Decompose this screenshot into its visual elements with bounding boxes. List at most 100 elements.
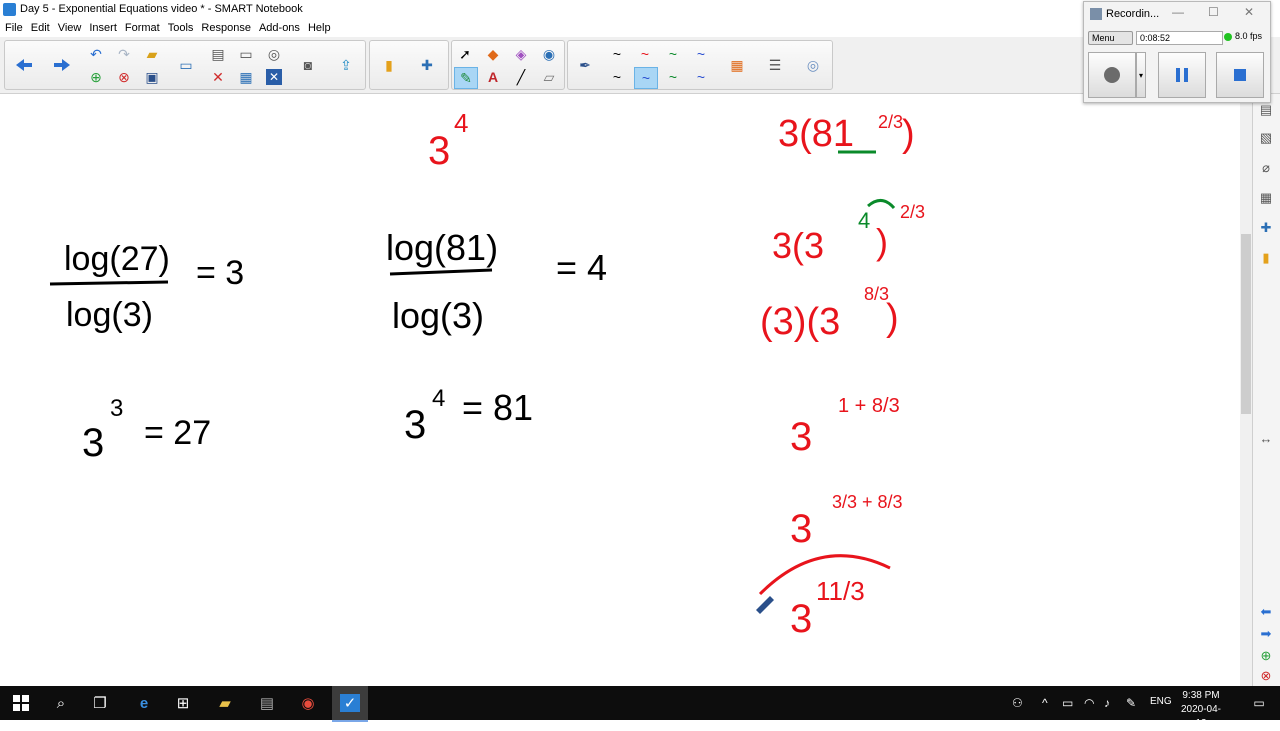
sidebar-delete-page[interactable]: ⊗ — [1256, 666, 1276, 686]
redo-button[interactable]: ↷ — [113, 44, 135, 64]
record-options-arrow[interactable]: ▾ — [1136, 52, 1146, 98]
smart-notebook-icon: ✓ — [339, 694, 361, 712]
pen-green-thin[interactable]: ~ — [662, 44, 684, 64]
menu-file[interactable]: File — [1, 20, 27, 36]
eraser-tool-button[interactable]: ◈ — [510, 44, 532, 64]
pen-blue-thin[interactable]: ~ — [690, 44, 712, 64]
stroke-green-thick-icon: ~ — [668, 69, 678, 85]
addons-tab[interactable]: ✚ — [1256, 218, 1276, 238]
screen-shade-button[interactable]: ▭ — [235, 44, 257, 64]
scrollbar-thumb[interactable] — [1241, 234, 1251, 414]
text-tool-button[interactable]: A — [482, 67, 504, 87]
arrow-left-icon: ⬅ — [1260, 604, 1272, 619]
line-style-button[interactable]: ☰ — [764, 55, 786, 75]
select-tool-button[interactable]: ➚ — [454, 44, 476, 64]
color-palette-button[interactable]: ▦ — [726, 55, 748, 75]
menu-add-ons[interactable]: Add-ons — [255, 20, 304, 36]
previous-page-button[interactable] — [13, 55, 35, 75]
display-screen-button[interactable]: ▭ — [175, 55, 197, 75]
delete-page-button[interactable]: ⊗ — [113, 67, 135, 87]
people-icon[interactable]: ⚇ — [1012, 696, 1023, 710]
app-icon: ▤ — [259, 695, 275, 712]
sidebar-next-page[interactable]: ➡ — [1256, 624, 1276, 644]
share-button[interactable]: ⇪ — [335, 55, 357, 75]
pens-tool-button[interactable]: ✎ — [454, 67, 478, 89]
smart-notebook-taskbar-button[interactable]: ✓ — [332, 686, 368, 722]
stop-button[interactable] — [1216, 52, 1264, 98]
chrome-button[interactable]: ◉ — [297, 692, 319, 714]
fill-tool-button[interactable]: ◉ — [538, 44, 560, 64]
recorder-fps-indicator: 8.0 fps — [1224, 31, 1262, 41]
addon-puzzle-button[interactable]: ✚ — [416, 55, 438, 75]
system-clock[interactable]: 9:38 PM 2020-04-13 — [1176, 689, 1226, 731]
left-check-base: 3 — [82, 421, 104, 465]
notebook-page-canvas[interactable]: 3 4 log(27) log(3) = 3 3 3 = 27 log(81) … — [0, 94, 1240, 686]
pen-type-button[interactable]: ✒ — [574, 55, 596, 75]
step2-close: ) — [876, 221, 888, 262]
page-vertical-scrollbar[interactable] — [1240, 94, 1252, 686]
save-button[interactable]: ▣ — [141, 67, 163, 87]
menu-response[interactable]: Response — [197, 20, 255, 36]
screen-capture-button[interactable]: ◙ — [297, 55, 319, 75]
pen-black-thick[interactable]: ~ — [606, 67, 628, 87]
stroke-black-icon: ~ — [612, 46, 622, 62]
menu-format[interactable]: Format — [121, 20, 164, 36]
step3-text: (3)(3 — [760, 301, 840, 343]
menu-view[interactable]: View — [54, 20, 86, 36]
menu-help[interactable]: Help — [304, 20, 335, 36]
pen-blue-thick[interactable]: ~ — [690, 67, 712, 87]
undo-button[interactable]: ↶ — [85, 44, 107, 64]
pen-selected-swatch[interactable]: ~ — [634, 67, 658, 89]
start-button[interactable] — [10, 692, 32, 714]
eraser-button[interactable]: ▱ — [538, 67, 560, 87]
file-explorer-button[interactable]: ▰ — [214, 692, 236, 714]
transparency-button[interactable]: ◎ — [802, 55, 824, 75]
shapes-tool-button[interactable]: ◆ — [482, 44, 504, 64]
search-button[interactable]: ⌕ — [50, 692, 72, 714]
wifi-icon[interactable]: ◠ — [1084, 696, 1094, 710]
pen-red-thin[interactable]: ~ — [634, 44, 656, 64]
open-file-button[interactable]: ▰ — [141, 44, 163, 64]
lesson-activity-tab[interactable]: ▮ — [1256, 248, 1276, 268]
menu-edit[interactable]: Edit — [27, 20, 54, 36]
pause-button[interactable] — [1158, 52, 1206, 98]
language-indicator[interactable]: ENG — [1150, 696, 1172, 707]
close-window-button[interactable]: ✕ — [1244, 5, 1254, 19]
record-button[interactable] — [1088, 52, 1136, 98]
line-tool-button[interactable]: ╱ — [510, 67, 532, 87]
properties-tab[interactable]: ▦ — [1256, 188, 1276, 208]
move-sidebar-button[interactable]: ↔ — [1256, 428, 1276, 448]
chevron-up-icon[interactable]: ^ — [1042, 696, 1048, 710]
recorder-menu-dropdown[interactable]: Menu — [1088, 31, 1133, 45]
sidebar-add-page[interactable]: ⊕ — [1256, 646, 1276, 666]
pen-workspace-icon[interactable]: ✎ — [1126, 696, 1136, 710]
lesson-activity-button[interactable]: ▮ — [378, 55, 400, 75]
menu-tools[interactable]: Tools — [164, 20, 198, 36]
delete-button[interactable]: ✕ — [207, 67, 229, 87]
middle-check-exponent: 4 — [432, 385, 445, 412]
menu-insert[interactable]: Insert — [85, 20, 121, 36]
store-button[interactable]: ⊞ — [172, 692, 194, 714]
minimize-button[interactable]: — — [1172, 5, 1184, 19]
paste-button[interactable]: ▤ — [207, 44, 229, 64]
task-view-button[interactable]: ❐ — [89, 692, 111, 714]
battery-icon[interactable]: ▭ — [1062, 696, 1073, 710]
add-page-button[interactable]: ⊕ — [85, 67, 107, 87]
close-button[interactable]: ✕ — [263, 67, 285, 87]
maximize-button[interactable]: ☐ — [1208, 5, 1219, 19]
spell-check-button[interactable]: ◎ — [263, 44, 285, 64]
sidebar-previous-page[interactable]: ⬅ — [1256, 602, 1276, 622]
edge-browser-button[interactable]: e — [133, 692, 155, 714]
properties-icon: ▦ — [1259, 190, 1273, 205]
page-sorter-tab[interactable]: ▤ — [1256, 100, 1276, 120]
attachments-tab[interactable]: ⌀ — [1256, 158, 1276, 178]
step1-text: 3(81 — [778, 113, 854, 155]
notifications-button[interactable]: ▭ — [1248, 692, 1270, 714]
next-page-button[interactable] — [51, 55, 73, 75]
pen-black-thin[interactable]: ~ — [606, 44, 628, 64]
pen-green-thick[interactable]: ~ — [662, 67, 684, 87]
gallery-tab[interactable]: ▧ — [1256, 128, 1276, 148]
volume-icon[interactable]: ♪ — [1104, 696, 1110, 710]
notepad-app-button[interactable]: ▤ — [256, 692, 278, 714]
insert-table-button[interactable]: ▦ — [235, 67, 257, 87]
